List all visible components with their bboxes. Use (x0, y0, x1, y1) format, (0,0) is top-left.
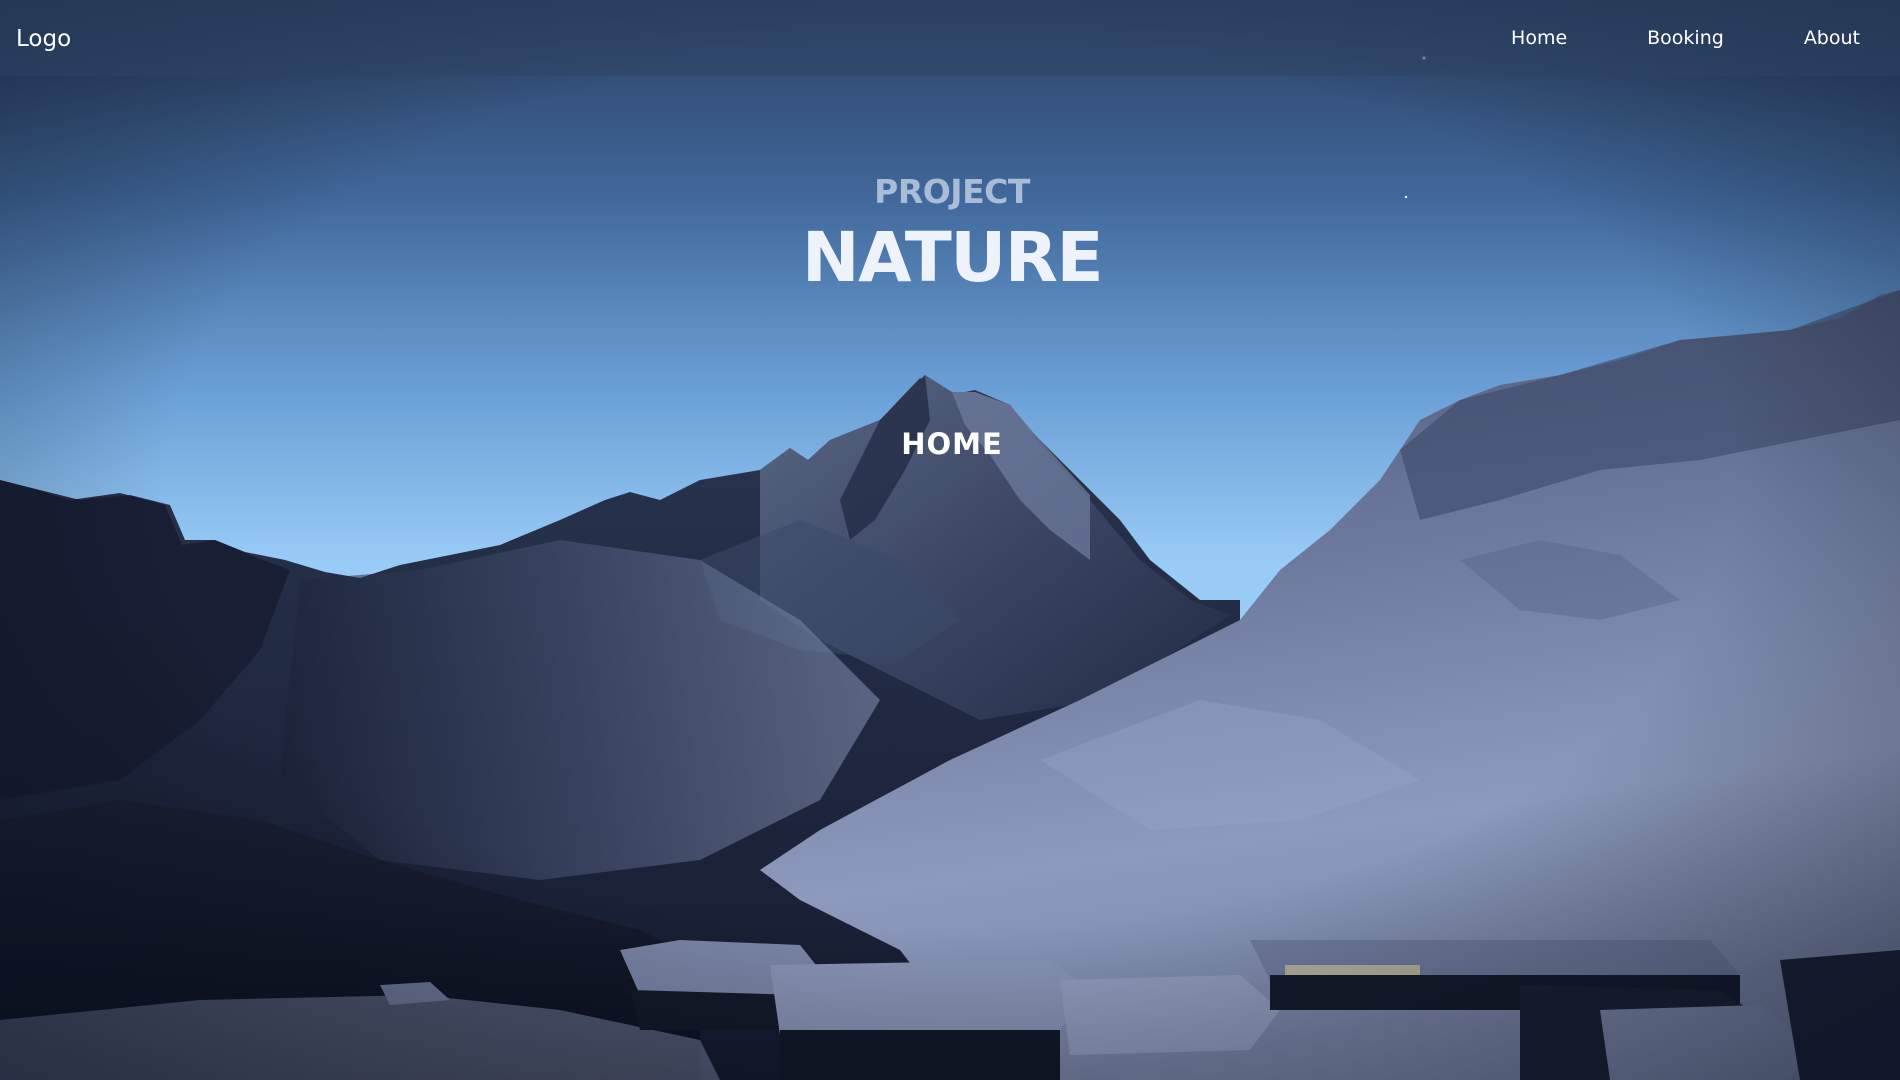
page: Logo Home Booking About PROJECT NATURE H… (0, 0, 1900, 1080)
hero-heading: PROJECT NATURE (0, 170, 1900, 302)
hero-background-image (0, 0, 1900, 1080)
navbar: Logo Home Booking About (0, 0, 1900, 76)
hero-cta-container: HOME (0, 423, 1900, 465)
nav-link-home[interactable]: Home (1471, 24, 1607, 52)
nav-link-booking[interactable]: Booking (1607, 24, 1764, 52)
logo[interactable]: Logo (16, 25, 71, 53)
nav-links: Home Booking About (1471, 0, 1900, 76)
nav-link-about[interactable]: About (1764, 24, 1900, 52)
hero-title: NATURE (801, 218, 1104, 298)
hero-pretitle: PROJECT (874, 172, 1030, 211)
home-button[interactable]: HOME (901, 423, 1003, 465)
